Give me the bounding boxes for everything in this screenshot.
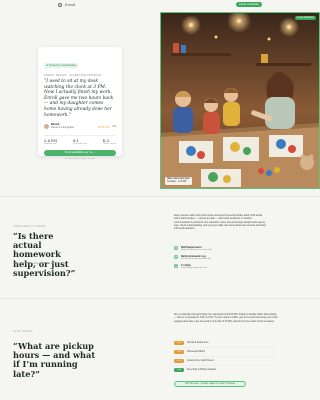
brand[interactable]: Enroll [58, 2, 75, 7]
stat-label: Child-staff ratio [73, 142, 87, 145]
star-rating-icon: ★★★★★ [97, 124, 110, 129]
row-divider [174, 356, 274, 357]
author-meta: Maria R. Parent of a 2nd grader [51, 124, 74, 130]
faq1-answer: Every session starts with a 45-minute st… [174, 214, 266, 231]
schedule-label: Free Play & Pickup window [187, 368, 216, 372]
feature-sub: See what was finished each day [181, 258, 211, 260]
testimonial-card: ★ Trusted by Local Families PARENT REVIE… [38, 47, 122, 160]
author-row: Maria R. Parent of a 2nd grader ★★★★★ 4.… [44, 124, 116, 130]
row-divider [174, 365, 274, 366]
person-icon: ● [174, 264, 178, 268]
feature-text: Staff Supervision Degreed educators on e… [181, 246, 212, 252]
caption-time: Tuesday · 4:15 PM [167, 181, 187, 184]
logo-icon [58, 2, 62, 7]
card-footnote: No commitment · Takes 2 minutes [64, 157, 96, 160]
faq1-sub: Asked by 73% of parents on the first cal… [13, 263, 54, 265]
author-detail: Parent of a 2nd grader [51, 126, 74, 129]
clipboard-icon: ✎ [174, 255, 178, 259]
landing-page: Enroll Check availability ★ Trusted by L… [0, 0, 320, 400]
row-divider [174, 347, 274, 348]
faq2-kicker: ALSO ASKED [13, 330, 34, 333]
check-icon: ✓ [174, 246, 178, 250]
time-chip: 4:15 [174, 359, 184, 363]
header-cta-button[interactable]: Check availability [236, 2, 262, 7]
brand-name: Enroll [65, 2, 76, 7]
time-chip: 3:30 [174, 350, 184, 354]
text-team-button[interactable]: Text the team · Usually replies in under… [174, 381, 246, 387]
schedule-row: 3:30 Homework Block [174, 350, 205, 354]
stat: 3–6 PM Weekday care [44, 139, 57, 145]
live-badge: ● Live classroom [294, 16, 316, 20]
feature-text: Daily Homework Log See what was finished… [181, 255, 211, 261]
section-divider [0, 298, 320, 299]
feature-sub: Degreed educators on every shift [181, 249, 212, 251]
check-availability-button[interactable]: Check availability near me → [44, 149, 116, 156]
rating-value: 4.9 [112, 125, 116, 129]
testimonial-quote: “I used to sit at my desk watching the c… [44, 79, 114, 118]
stat-label: Weekday care [44, 142, 57, 145]
classroom-illustration [161, 13, 319, 188]
feature-text: 1:1 Help Small groups by grade level [181, 264, 207, 270]
stat-label: Grades served [102, 142, 116, 145]
schedule-label: Arrival & Snack time [187, 341, 209, 345]
feature-item: ✓ Staff Supervision Degreed educators on… [174, 246, 212, 252]
time-chip: 5:30 [174, 368, 184, 372]
stat: K–5 Grades served [103, 139, 116, 145]
testimonial-kicker: PARENT REVIEW · AFTERCARE PROGRAM [44, 75, 102, 77]
faq2-question: “What are pickup hours — and what if I’m… [13, 341, 96, 379]
schedule-label: Activity time / Enrichment [187, 359, 214, 363]
stat: 8:1 Child-staff ratio [73, 139, 86, 145]
feature-item: ✎ Daily Homework Log See what was finish… [174, 255, 211, 261]
faq2-answer: We run Monday through Friday from dismis… [174, 313, 278, 323]
avatar [44, 124, 49, 130]
feature-sub: Small groups by grade level [181, 267, 207, 269]
photo-caption: After-school art hour Tuesday · 4:15 PM [165, 177, 192, 185]
schedule-label: Homework Block [187, 350, 205, 354]
classroom-photo: ● Live classroom After-school art hour T… [160, 12, 320, 189]
stats-row: 3–6 PM Weekday care 8:1 Child-staff rati… [44, 134, 116, 145]
section-divider [0, 196, 320, 197]
schedule-row: 5:30 Free Play & Pickup window [174, 368, 216, 372]
schedule-row: 3:00 Arrival & Snack time [174, 341, 209, 345]
trust-chip: ★ Trusted by Local Families [44, 63, 78, 68]
time-chip: 3:00 [174, 341, 184, 345]
feature-item: ● 1:1 Help Small groups by grade level [174, 264, 207, 270]
faq1-kicker: FREQUENTLY ASKED [13, 225, 46, 228]
faq1-question: “Is there actual homework help, or just … [13, 231, 76, 278]
schedule-row: 4:15 Activity time / Enrichment [174, 359, 214, 363]
